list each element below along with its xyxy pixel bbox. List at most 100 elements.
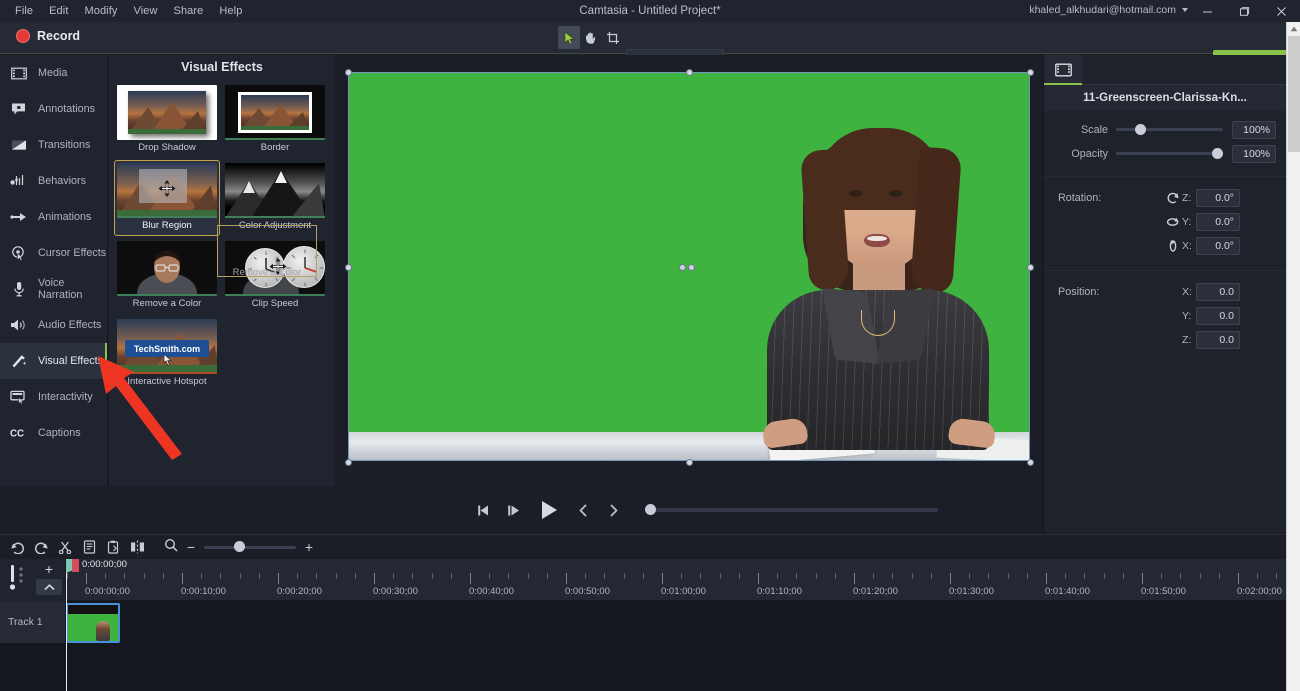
- playback-controls: [336, 487, 1042, 533]
- sidebar-item-voice-narration[interactable]: Voice Narration: [0, 271, 107, 307]
- sidebar-item-animations[interactable]: Animations: [0, 199, 107, 235]
- position-z-field[interactable]: 0.0: [1196, 330, 1240, 349]
- ruler-tick-minor: [201, 573, 203, 579]
- ruler-tick-minor: [1199, 573, 1201, 579]
- video-stage[interactable]: [345, 69, 1034, 466]
- scale-slider-knob[interactable]: [1135, 123, 1147, 135]
- magnifier-icon[interactable]: [164, 538, 178, 557]
- effect-card-remove-a-color[interactable]: Remove a Color: [115, 239, 219, 313]
- rotation-y-field[interactable]: 0.0°: [1196, 212, 1240, 231]
- resize-handle-ml[interactable]: [345, 264, 352, 271]
- hand-tool-button[interactable]: [580, 26, 602, 49]
- resize-handle-br[interactable]: [1027, 459, 1034, 466]
- cursor-tool-button[interactable]: [558, 26, 580, 49]
- scrubber-knob[interactable]: [645, 504, 656, 515]
- timeline-tracks: Track 1: [0, 601, 1286, 691]
- opacity-slider-knob[interactable]: [1212, 147, 1223, 159]
- account-menu[interactable]: khaled_alkhudari@hotmail.com: [1029, 4, 1188, 16]
- resize-handle-tc[interactable]: [686, 69, 693, 76]
- sidebar-item-captions[interactable]: CC Captions: [0, 415, 107, 451]
- position-z-row: Z: 0.0: [1054, 329, 1276, 350]
- resize-handle-bl[interactable]: [345, 459, 352, 466]
- sidebar-item-annotations[interactable]: Annotations: [0, 91, 107, 127]
- ruler-tick-label: 0:00:20;00: [277, 586, 322, 597]
- position-x-field[interactable]: 0.0: [1196, 282, 1240, 301]
- sidebar-item-behaviors[interactable]: Behaviors: [0, 163, 107, 199]
- menu-edit[interactable]: Edit: [41, 2, 76, 20]
- ruler-tick-label: 0:00:40;00: [469, 586, 514, 597]
- resize-handle-tl[interactable]: [345, 69, 352, 76]
- resize-handle-mr[interactable]: [1027, 264, 1034, 271]
- effect-card-interactive-hotspot[interactable]: TechSmith.com Interactive Hotspot: [115, 317, 219, 391]
- timeline-zoom-knob[interactable]: [234, 541, 245, 552]
- ruler-tick-minor: [873, 573, 875, 579]
- timeline-clip[interactable]: [66, 603, 120, 643]
- menu-file[interactable]: File: [7, 2, 41, 20]
- opacity-slider[interactable]: [1116, 147, 1223, 159]
- add-track-button[interactable]: +: [38, 561, 60, 577]
- scale-value-field[interactable]: 100%: [1232, 120, 1276, 139]
- ruler-tick-major: [182, 573, 183, 584]
- next-marker-button[interactable]: [598, 495, 628, 525]
- menu-modify[interactable]: Modify: [76, 2, 125, 20]
- scroll-up-arrow-icon[interactable]: [1287, 22, 1300, 36]
- rotation-z-field[interactable]: 0.0°: [1196, 188, 1240, 207]
- sidebar-item-transitions[interactable]: Transitions: [0, 127, 107, 163]
- timeline-ruler[interactable]: 0:00:00;00 0:00:00;00 0:00:10;00 0:00:20;0…: [66, 559, 1297, 601]
- track-header-1[interactable]: Track 1: [0, 601, 66, 643]
- previous-frame-button[interactable]: [468, 495, 498, 525]
- sidebar-item-media[interactable]: Media: [0, 55, 107, 91]
- paste-button[interactable]: [102, 537, 124, 557]
- collapse-tracks-button[interactable]: [36, 579, 62, 595]
- rotate-handle-a[interactable]: [679, 264, 686, 271]
- sidebar-item-interactivity[interactable]: Interactivity: [0, 379, 107, 415]
- next-frame-button[interactable]: [498, 495, 528, 525]
- sidebar-label: Animations: [38, 211, 92, 223]
- effect-card-drop-shadow[interactable]: Drop Shadow: [115, 83, 219, 157]
- timeline-zoom-slider[interactable]: [204, 541, 296, 552]
- redo-button[interactable]: [30, 537, 52, 557]
- cut-button[interactable]: [54, 537, 76, 557]
- previous-marker-button[interactable]: [568, 495, 598, 525]
- playhead-marker-flag[interactable]: [72, 559, 79, 572]
- playback-scrubber[interactable]: [645, 504, 938, 515]
- sidebar-item-visual-effects[interactable]: Visual Effects: [0, 343, 107, 379]
- menu-share[interactable]: Share: [166, 2, 212, 20]
- copy-button[interactable]: [78, 537, 100, 557]
- play-button[interactable]: [528, 490, 568, 530]
- effect-card-blur-region[interactable]: Blur Region: [114, 160, 220, 236]
- restore-button[interactable]: [1226, 0, 1263, 22]
- minimize-button[interactable]: [1189, 0, 1226, 22]
- resize-handle-tr[interactable]: [1027, 69, 1034, 76]
- sidebar-item-audio-effects[interactable]: Audio Effects: [0, 307, 107, 343]
- scale-slider[interactable]: [1116, 123, 1223, 135]
- properties-panel: 11-Greenscreen-Clarissa-Kn... Scale 100%…: [1043, 55, 1286, 533]
- undo-button[interactable]: [6, 537, 28, 557]
- crop-tool-button[interactable]: [602, 26, 624, 49]
- position-section: Position: X: 0.0 Y: 0.0 Z: 0.0: [1044, 271, 1286, 362]
- window-scrollbar[interactable]: [1286, 22, 1300, 691]
- resize-handle-bc[interactable]: [686, 459, 693, 466]
- menu-view[interactable]: View: [125, 2, 165, 20]
- zoom-in-button[interactable]: +: [304, 540, 314, 554]
- position-y-field[interactable]: 0.0: [1196, 306, 1240, 325]
- rotate-handle-b[interactable]: [688, 264, 695, 271]
- effect-label: Blur Region: [142, 220, 192, 231]
- effect-card-border[interactable]: Border: [223, 83, 327, 157]
- menu-help[interactable]: Help: [211, 2, 250, 20]
- tab-media-properties[interactable]: [1044, 55, 1082, 85]
- playhead-timecode: 0:00:00;00: [82, 559, 127, 570]
- record-button[interactable]: Record: [8, 26, 88, 46]
- scrollbar-thumb[interactable]: [1288, 36, 1300, 152]
- ruler-tick-minor: [1084, 573, 1086, 579]
- opacity-value-field[interactable]: 100%: [1232, 144, 1276, 163]
- zoom-out-button[interactable]: −: [186, 540, 196, 554]
- split-button[interactable]: [126, 537, 148, 557]
- effect-card-clip-speed[interactable]: Clip Speed Remove a Color: [217, 225, 327, 313]
- effect-card-color-adjustment[interactable]: Color Adjustment: [223, 161, 327, 235]
- sidebar-item-cursor-effects[interactable]: Cursor Effects: [0, 235, 107, 271]
- effect-label: Interactive Hotspot: [127, 376, 207, 387]
- rotation-x-field[interactable]: 0.0°: [1196, 236, 1240, 255]
- ruler-tick-minor: [258, 573, 260, 579]
- close-button[interactable]: [1263, 0, 1300, 22]
